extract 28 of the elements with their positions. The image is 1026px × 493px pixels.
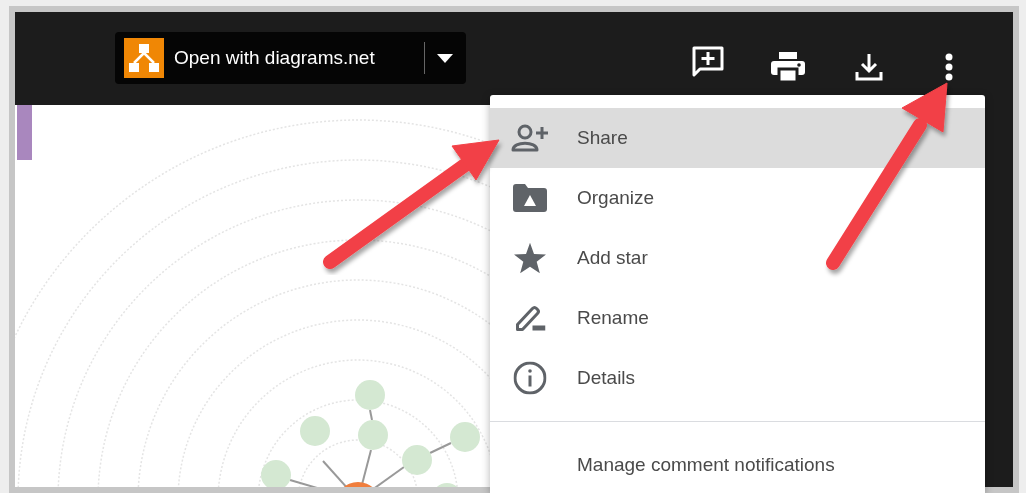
graph-edge (429, 442, 452, 454)
open-with-button[interactable]: Open with diagrams.net (115, 32, 466, 84)
graph-node (402, 445, 432, 475)
accent-strip (17, 105, 32, 160)
menu-item[interactable]: Organize (490, 168, 985, 228)
download-icon[interactable] (855, 53, 883, 81)
graph-node (450, 422, 480, 452)
menu-item[interactable]: Share (490, 108, 985, 168)
info-icon (513, 361, 547, 395)
menu-item[interactable]: Add star (490, 228, 985, 288)
more-options-icon[interactable] (945, 53, 953, 81)
person-add-icon (511, 124, 549, 152)
dropdown-divider (424, 42, 425, 74)
drive-folder-icon (513, 184, 547, 212)
pencil-icon (514, 304, 546, 332)
print-icon[interactable] (771, 52, 805, 82)
graph-node (300, 416, 330, 446)
graph-edge (369, 409, 373, 421)
star-icon (514, 242, 546, 274)
menu-item[interactable]: Details (490, 348, 985, 408)
graph-node (358, 420, 388, 450)
caret-icon[interactable] (437, 54, 453, 63)
graph-node (261, 460, 291, 487)
menu-item[interactable]: Rename (490, 288, 985, 348)
diagram-logo-icon (124, 38, 164, 78)
add-comment-icon[interactable] (691, 45, 725, 77)
graph-node (355, 380, 385, 410)
menu-item[interactable]: Manage comment notifications (490, 435, 985, 493)
